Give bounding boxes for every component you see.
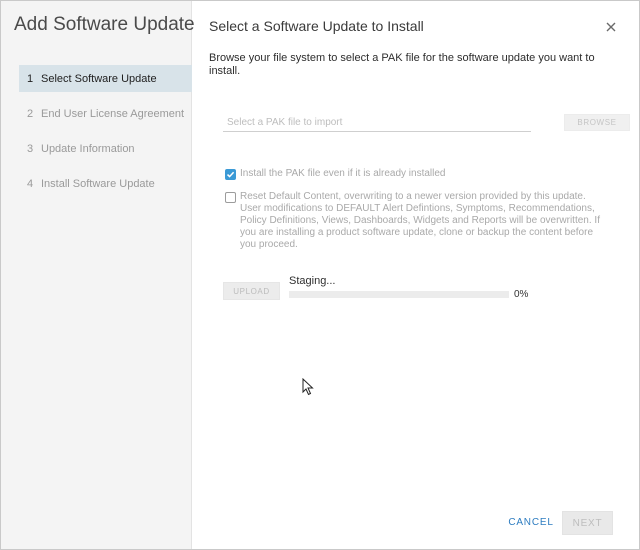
- reset-default-content-label: Reset Default Content, overwriting to a …: [240, 191, 600, 250]
- cancel-button[interactable]: CANCEL: [508, 511, 554, 533]
- step-number: 2: [27, 107, 34, 120]
- next-button[interactable]: NEXT: [562, 511, 613, 535]
- close-icon: [606, 22, 616, 32]
- upload-progress-percent: 0%: [514, 289, 529, 300]
- wizard-sidebar: Add Software Update 1 Select Software Up…: [1, 1, 195, 549]
- upload-button[interactable]: UPLOAD: [223, 282, 280, 300]
- pak-file-input[interactable]: [223, 114, 531, 132]
- upload-row: UPLOAD Staging... 0%: [223, 275, 543, 301]
- step-number: 1: [27, 72, 34, 85]
- install-even-if-installed-checkbox[interactable]: [225, 169, 236, 180]
- step-label: Install Software Update: [41, 177, 155, 190]
- upload-progress-bar: [289, 291, 509, 298]
- staging-status: Staging...: [289, 275, 336, 287]
- step-label: Select Software Update: [41, 72, 157, 85]
- step-update-information[interactable]: 3 Update Information: [19, 135, 192, 162]
- wizard-content: Select a Software Update to Install Brow…: [192, 1, 640, 549]
- step-label: Update Information: [41, 142, 135, 155]
- step-number: 3: [27, 142, 34, 155]
- wizard-steps: 1 Select Software Update 2 End User Lice…: [19, 65, 192, 205]
- mouse-pointer-icon: [302, 378, 314, 396]
- reset-default-content-checkbox[interactable]: [225, 192, 236, 203]
- install-even-if-installed-label: Install the PAK file even if it is alrea…: [240, 168, 446, 179]
- browse-button[interactable]: BROWSE: [564, 114, 630, 131]
- step-label: End User License Agreement: [41, 107, 185, 120]
- add-software-update-dialog: Add Software Update 1 Select Software Up…: [0, 0, 640, 550]
- checkmark-icon: [226, 171, 235, 178]
- step-number: 4: [27, 177, 34, 190]
- step-install-software-update[interactable]: 4 Install Software Update: [19, 170, 192, 197]
- instructions-text: Browse your file system to select a PAK …: [209, 52, 595, 77]
- step-select-software-update[interactable]: 1 Select Software Update: [19, 65, 192, 92]
- close-button[interactable]: [603, 19, 619, 35]
- file-select-row: BROWSE: [223, 114, 630, 132]
- install-even-if-installed-option: Install the PAK file even if it is alrea…: [225, 168, 445, 180]
- step-end-user-license-agreement[interactable]: 2 End User License Agreement: [19, 100, 192, 127]
- page-title: Select a Software Update to Install: [209, 18, 424, 34]
- reset-default-content-option: Reset Default Content, overwriting to a …: [225, 191, 607, 251]
- wizard-title: Add Software Update: [14, 14, 195, 35]
